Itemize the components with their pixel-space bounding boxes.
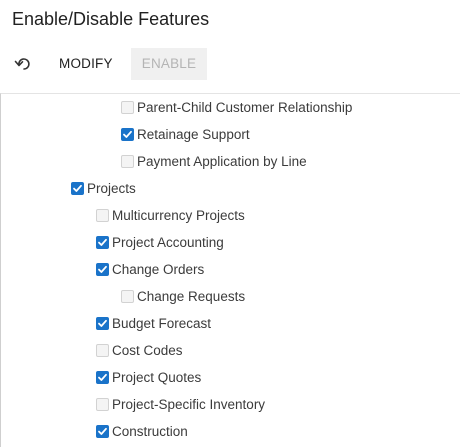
checkmark-icon xyxy=(123,130,132,138)
feature-row: Project Accounting xyxy=(96,229,224,256)
page-title: Enable/Disable Features xyxy=(12,9,210,29)
feature-row: Construction xyxy=(96,418,188,445)
modify-button[interactable]: MODIFY xyxy=(49,48,123,80)
feature-row: Project-Specific Inventory xyxy=(96,391,265,418)
undo-button[interactable] xyxy=(11,52,35,76)
feature-label: Change Requests xyxy=(137,289,246,304)
feature-tree: Parent-Child Customer Relationship Retain… xyxy=(0,93,460,447)
feature-row: Projects xyxy=(71,175,136,202)
feature-label: Cost Codes xyxy=(112,343,183,358)
feature-checkbox-checked[interactable] xyxy=(96,371,109,384)
feature-checkbox-unchecked[interactable] xyxy=(121,101,134,114)
feature-row: Retainage Support xyxy=(121,121,250,148)
feature-checkbox-checked[interactable] xyxy=(96,263,109,276)
feature-row: Cost Codes xyxy=(96,337,183,364)
toolbar: MODIFY ENABLE xyxy=(0,48,460,80)
feature-label: Retainage Support xyxy=(137,127,250,142)
undo-icon xyxy=(14,56,32,72)
feature-checkbox-unchecked[interactable] xyxy=(96,209,109,222)
checkmark-icon xyxy=(98,373,107,381)
feature-label: Projects xyxy=(87,181,136,196)
checkmark-icon xyxy=(73,184,82,192)
feature-label: Payment Application by Line xyxy=(137,154,307,169)
feature-checkbox-checked[interactable] xyxy=(71,182,84,195)
feature-label: Project Accounting xyxy=(112,235,224,250)
feature-label: Parent-Child Customer Relationship xyxy=(137,100,353,115)
feature-row: Budget Forecast xyxy=(96,310,211,337)
feature-label: Construction xyxy=(112,424,188,439)
feature-checkbox-unchecked[interactable] xyxy=(96,398,109,411)
feature-checkbox-checked[interactable] xyxy=(96,425,109,438)
checkmark-icon xyxy=(98,427,107,435)
feature-row: Change Requests xyxy=(121,283,245,310)
feature-checkbox-checked[interactable] xyxy=(121,128,134,141)
feature-checkbox-unchecked[interactable] xyxy=(121,155,134,168)
feature-checkbox-checked[interactable] xyxy=(96,236,109,249)
feature-checkbox-checked[interactable] xyxy=(96,317,109,330)
feature-checkbox-unchecked[interactable] xyxy=(96,344,109,357)
feature-row: Payment Application by Line xyxy=(121,148,307,175)
feature-row: Change Orders xyxy=(96,256,204,283)
checkmark-icon xyxy=(98,319,107,327)
feature-label: Budget Forecast xyxy=(112,316,212,331)
feature-label: Project-Specific Inventory xyxy=(112,397,266,412)
feature-checkbox-unchecked[interactable] xyxy=(121,290,134,303)
feature-row: Project Quotes xyxy=(96,364,201,391)
checkmark-icon xyxy=(98,265,107,273)
feature-label: Multicurrency Projects xyxy=(112,208,245,223)
feature-label: Project Quotes xyxy=(112,370,202,385)
feature-label: Change Orders xyxy=(112,262,205,277)
feature-row: Multicurrency Projects xyxy=(96,202,245,229)
checkmark-icon xyxy=(98,238,107,246)
enable-button[interactable]: ENABLE xyxy=(131,48,207,80)
feature-row: Parent-Child Customer Relationship xyxy=(121,94,352,121)
